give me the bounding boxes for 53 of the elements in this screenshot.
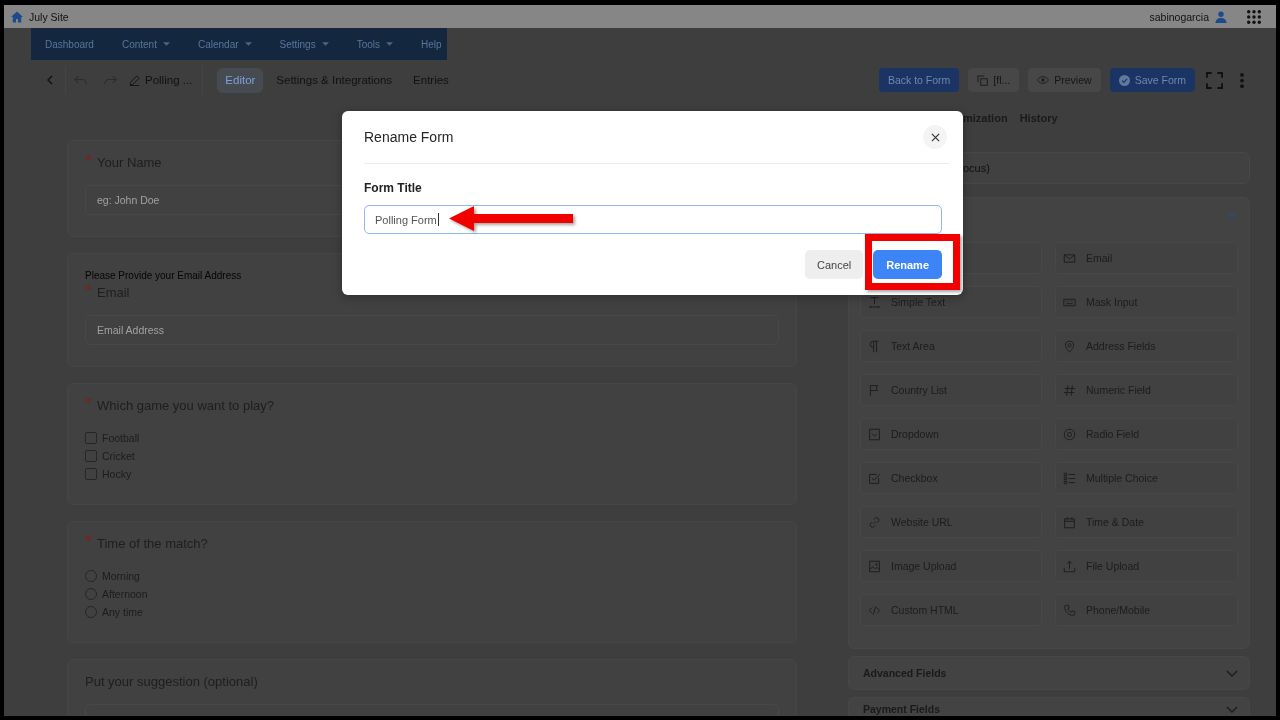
home-icon[interactable] [11,10,23,23]
cancel-button[interactable]: Cancel [804,250,864,279]
rename-button[interactable]: Rename [873,250,942,279]
menu-item[interactable]: Settings [265,28,343,60]
flag-icon [868,383,881,397]
site-name[interactable]: July Site [29,10,69,23]
text-cursor-icon [437,213,439,226]
form-title-field[interactable]: Polling Form [364,205,942,234]
chevron-left-icon [47,75,53,85]
check-circle-icon [1118,74,1130,86]
menu-item[interactable]: Tools [342,28,408,60]
save-form-button[interactable]: Save Form [1109,68,1195,92]
back-to-form-button[interactable]: Back to Form [878,68,960,92]
fullscreen-icon[interactable] [1206,71,1223,89]
radio-icon [1063,427,1076,441]
menu-item[interactable]: Help [407,28,456,60]
map-pin-icon [1063,339,1076,353]
hash-icon [1063,383,1076,397]
chevron-down-icon[interactable] [1226,669,1238,677]
chevron-up-icon[interactable] [1226,211,1238,219]
image-icon [868,559,881,573]
apps-grid-icon[interactable] [1247,9,1261,24]
kebab-menu-icon[interactable] [1240,72,1244,88]
copy-icon [977,74,989,86]
close-button[interactable] [923,125,947,149]
menu-item[interactable]: Content [107,28,184,60]
checkbox-icon [868,471,881,485]
help-text: Please Provide your Email Address [85,269,243,282]
close-icon [930,132,940,142]
eye-icon [1037,76,1050,84]
user-icon[interactable] [1215,10,1227,23]
dropdown-icon [868,427,881,441]
editor-tab[interactable]: Editor [217,67,264,93]
calendar-icon [1063,515,1076,529]
menu-item[interactable]: Dashboard [31,28,108,60]
field-label: Form Title [364,180,423,196]
phone-icon [1063,603,1076,617]
username[interactable]: sabinogarcia [1149,10,1209,23]
link-icon [868,515,881,529]
list-icon [1063,471,1076,485]
code-icon [868,603,881,617]
checkbox[interactable] [85,432,97,444]
envelope-icon [1063,251,1076,265]
dialog-title: Rename Form [364,129,454,145]
menu-item[interactable]: Calendar [183,28,266,60]
pencil-icon [129,74,140,86]
chevron-down-icon[interactable] [1226,706,1238,713]
checkbox[interactable] [85,450,97,462]
checkbox[interactable] [85,468,97,480]
text-input-field[interactable]: Email Address [85,315,779,345]
text-size-icon [868,295,881,309]
upload-icon [1063,559,1076,573]
paragraph-icon [868,339,881,353]
